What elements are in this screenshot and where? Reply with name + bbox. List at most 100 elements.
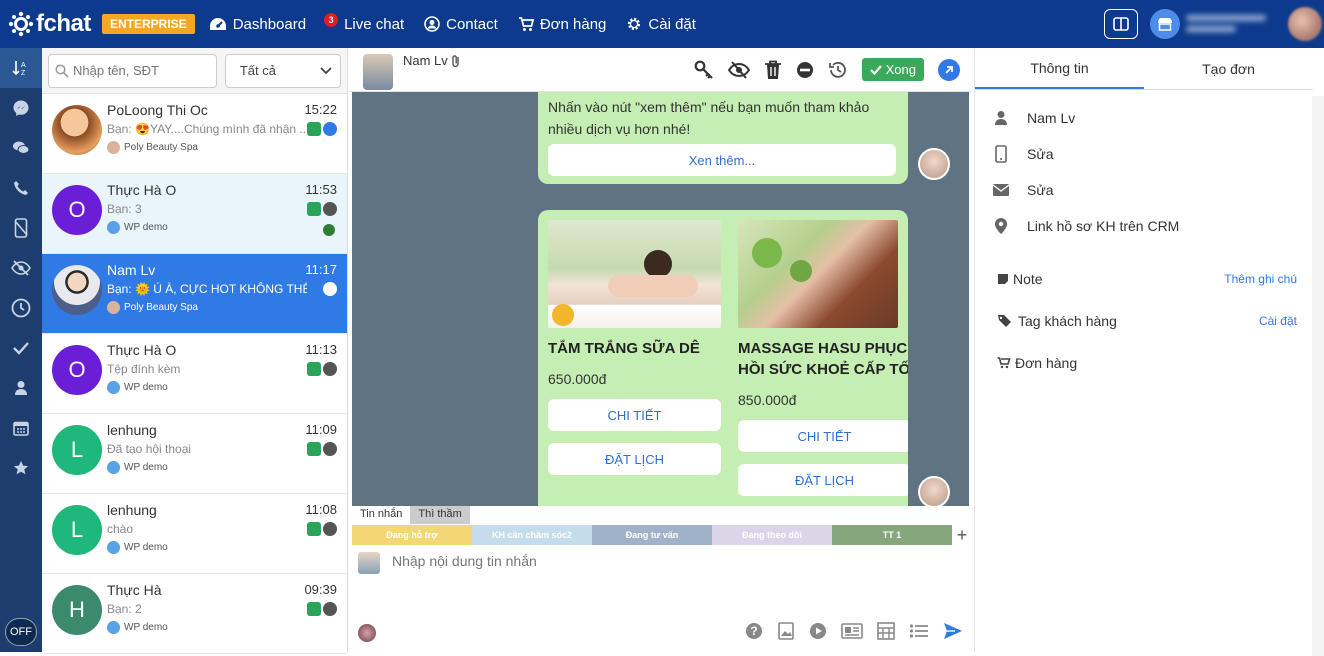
nav-live-chat-label: Live chat xyxy=(344,15,405,33)
tag-kh-can-cham-soc[interactable]: KH cần chăm sóc2 xyxy=(472,525,592,545)
panel-scrollbar[interactable] xyxy=(1312,96,1324,656)
page-name: Poly Beauty Spa xyxy=(124,142,198,153)
nav-settings[interactable]: Cài đặt xyxy=(626,16,696,33)
off-toggle-button[interactable]: OFF xyxy=(5,618,37,646)
rail-user[interactable] xyxy=(0,368,42,408)
channel-icons xyxy=(321,282,337,296)
carousel-bubble: TẮM TRẮNG SỮA DÊ 650.000đ CHI TIẾT ĐẶT L… xyxy=(538,210,908,506)
eye-slash-icon[interactable] xyxy=(727,60,750,79)
conversation-item-3[interactable]: O Thực Hà O 11:13 Tệp đính kèm WP demo xyxy=(42,334,347,414)
see-more-button[interactable]: Xen thêm... xyxy=(548,144,896,176)
svg-text:A: A xyxy=(21,62,26,69)
contact-thumb xyxy=(358,552,380,574)
tab-info[interactable]: Thông tin xyxy=(975,48,1144,89)
card-template-icon[interactable] xyxy=(841,623,863,639)
block-icon[interactable] xyxy=(796,61,814,79)
nav-orders[interactable]: Đơn hàng xyxy=(518,16,606,33)
crm-profile-link[interactable]: Link hồ sơ KH trên CRM xyxy=(1027,218,1179,234)
product-image xyxy=(548,220,721,328)
book-button[interactable]: ĐẶT LỊCH xyxy=(738,464,908,496)
channel-icons xyxy=(305,522,337,536)
send-icon[interactable] xyxy=(943,622,963,640)
chat-header: Nam Lv Xong xyxy=(349,48,972,92)
tab-create-order[interactable]: Tạo đơn xyxy=(1144,48,1313,89)
edit-phone-link[interactable]: Sửa xyxy=(1027,146,1054,162)
user-icon xyxy=(15,381,27,395)
calendar-icon xyxy=(13,421,29,436)
star-icon xyxy=(13,461,29,475)
rail-sort[interactable]: AZ xyxy=(0,48,42,88)
rail-calls[interactable] xyxy=(0,168,42,208)
chevron-down-icon xyxy=(320,66,332,74)
help-icon[interactable]: ? xyxy=(745,622,763,640)
nav-contact[interactable]: Contact xyxy=(424,16,498,33)
conversation-item-0[interactable]: PoLoong Thi Oc 15:22 Bạn: 😍YAY....Chúng … xyxy=(42,94,347,174)
phone-channel-icon xyxy=(307,202,321,216)
trash-icon[interactable] xyxy=(764,60,782,80)
conversation-preview: Đã tạo hội thoại xyxy=(107,442,192,456)
key-icon[interactable] xyxy=(694,60,714,80)
image-icon[interactable] xyxy=(777,622,795,640)
rail-mobile[interactable] xyxy=(0,208,42,248)
fchat-logo[interactable]: fchat xyxy=(8,10,100,38)
contact-icon xyxy=(424,16,440,32)
cart-icon xyxy=(997,357,1011,369)
message-bubble: Nhấn vào nút "xem thêm" nếu bạn muốn tha… xyxy=(538,92,908,184)
rail-calendar[interactable] xyxy=(0,408,42,448)
rail-history[interactable] xyxy=(0,288,42,328)
page-avatar xyxy=(107,141,120,154)
rail-favorites[interactable] xyxy=(0,448,42,488)
conversation-preview: Bạn: 3 xyxy=(107,202,142,216)
conversation-item-6[interactable]: H Thực Hà 09:39 Bạn: 2 WP demo xyxy=(42,574,347,654)
book-button[interactable]: ĐẶT LỊCH xyxy=(548,443,721,475)
tag-dang-ho-tro[interactable]: Đang hỗ trợ xyxy=(352,525,472,545)
paperclip-icon[interactable] xyxy=(450,54,462,68)
conversation-preview: Bạn: 😍YAY....Chúng mình đã nhận ... xyxy=(107,122,307,136)
phone-channel-icon xyxy=(307,122,321,136)
tag-dang-tu-van[interactable]: Đang tư vấn xyxy=(592,525,712,545)
details-button[interactable]: CHI TIẾT xyxy=(738,420,908,452)
page-avatar xyxy=(107,221,120,234)
conversation-item-1[interactable]: O Thực Hà O 11:53 Bạn: 3 WP demo xyxy=(42,174,347,254)
message-input[interactable] xyxy=(392,553,792,569)
details-button[interactable]: CHI TIẾT xyxy=(548,399,721,431)
page-name: WP demo xyxy=(124,622,168,633)
layout-toggle-button[interactable] xyxy=(1104,9,1138,39)
conversation-time: 09:39 xyxy=(304,582,337,597)
nav-dashboard[interactable]: Dashboard xyxy=(209,16,306,33)
list-icon[interactable] xyxy=(909,623,929,639)
tab-whisper[interactable]: Thì thầm xyxy=(410,506,470,524)
rail-comments[interactable] xyxy=(0,128,42,168)
nav-live-chat[interactable]: 3 Live chat xyxy=(324,12,405,33)
rail-hidden[interactable] xyxy=(0,248,42,288)
svg-text:Z: Z xyxy=(21,70,26,77)
search-input[interactable] xyxy=(73,63,213,78)
user-avatar[interactable] xyxy=(1288,7,1322,41)
filter-dropdown[interactable]: Tất cả xyxy=(224,53,341,88)
conversation-item-2[interactable]: Nam Lv 11:17 Bạn: 🌞 Ú À, CỰC HOT KHÔNG T… xyxy=(42,254,347,334)
tag-dang-theo-doi[interactable]: Đang theo dõi xyxy=(712,525,832,545)
rail-messenger[interactable] xyxy=(0,88,42,128)
email-icon xyxy=(992,184,1010,196)
tab-messages[interactable]: Tin nhắn xyxy=(352,506,411,524)
history-icon[interactable] xyxy=(828,60,848,80)
cart-icon xyxy=(518,16,534,31)
add-tag-button[interactable]: + xyxy=(952,525,972,545)
store-button[interactable] xyxy=(1150,9,1180,39)
add-note-link[interactable]: Thêm ghi chú xyxy=(1224,272,1297,286)
tag-settings-link[interactable]: Cài đặt xyxy=(1259,314,1297,328)
done-button[interactable]: Xong xyxy=(861,58,924,81)
video-icon[interactable] xyxy=(809,622,827,640)
product-price: 650.000đ xyxy=(548,371,607,387)
table-icon[interactable] xyxy=(877,622,895,640)
conversation-page: WP demo xyxy=(107,461,341,474)
conversation-item-4[interactable]: L lenhung 11:09 Đã tạo hội thoại WP demo xyxy=(42,414,347,494)
rail-done[interactable] xyxy=(0,328,42,368)
open-external-button[interactable] xyxy=(938,58,960,81)
edit-email-link[interactable]: Sửa xyxy=(1027,182,1054,198)
channel-icons xyxy=(305,602,337,616)
web-channel-icon xyxy=(323,442,337,456)
conversation-item-5[interactable]: L lenhung 11:08 chào WP demo xyxy=(42,494,347,574)
conversation-time: 11:17 xyxy=(305,262,337,277)
tag-tt1[interactable]: TT 1 xyxy=(832,525,952,545)
